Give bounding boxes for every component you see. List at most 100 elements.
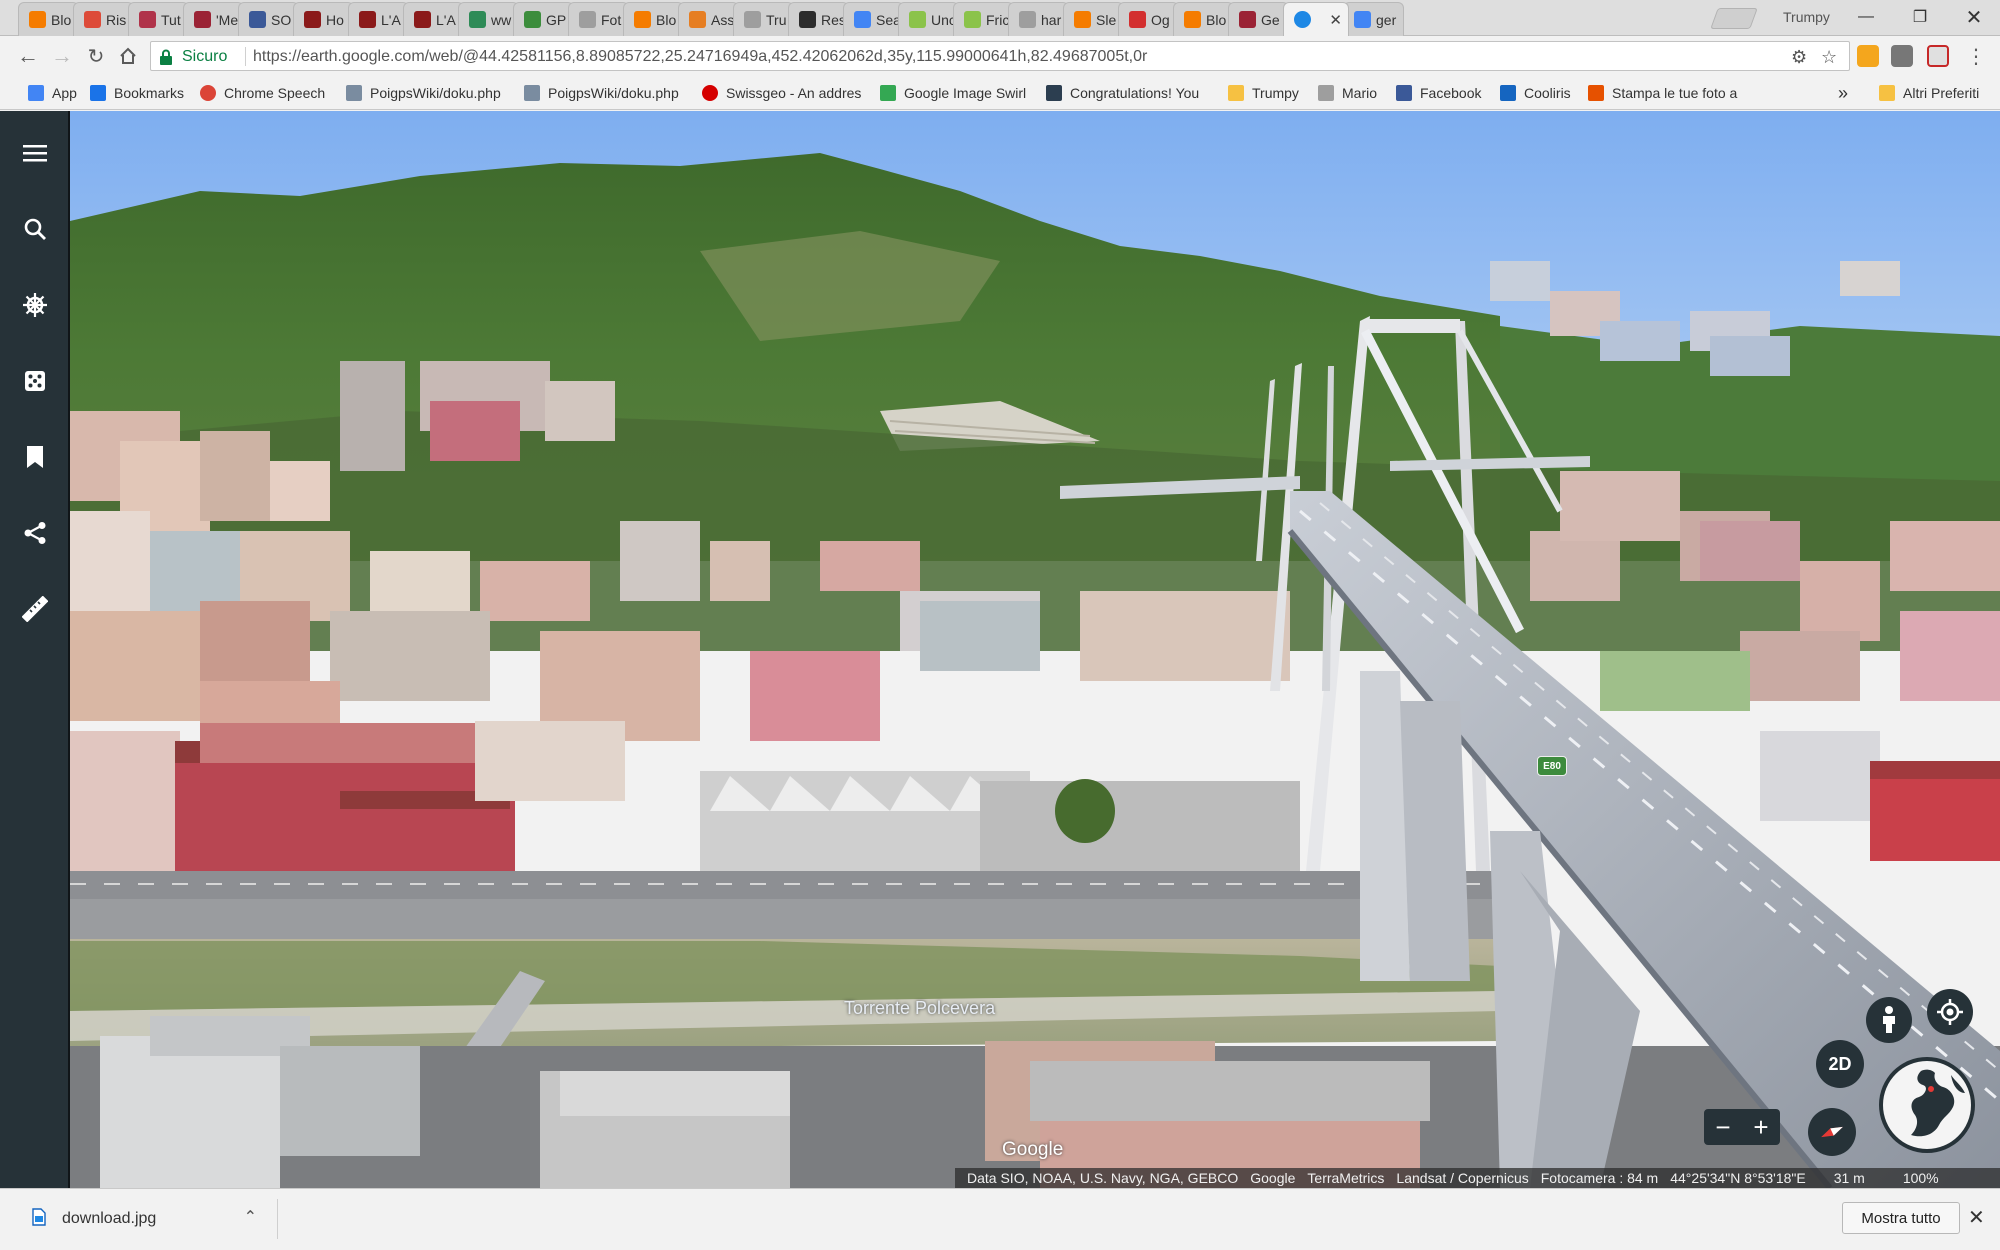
view-mode-2d-button[interactable]: 2D <box>1816 1040 1864 1088</box>
bookmark-item[interactable]: Google Image Swirl <box>880 83 1026 103</box>
bookmark-item[interactable]: Trumpy <box>1228 83 1299 103</box>
folder-icon <box>1879 85 1895 101</box>
voyager-helm-icon[interactable] <box>17 287 53 323</box>
browser-tab[interactable]: 'Me <box>183 2 244 36</box>
place-label[interactable]: Torrente Polcevera <box>844 998 995 1019</box>
puzzle-icon <box>139 11 156 28</box>
chevron-up-icon[interactable]: ⌃ <box>244 1207 257 1227</box>
bookmarks-overflow-button[interactable]: » <box>1838 83 1848 103</box>
feeling-lucky-dice-icon[interactable] <box>17 363 53 399</box>
download-item[interactable]: download.jpg ⌃ <box>10 1199 278 1239</box>
zoom-out-icon[interactable]: − <box>1704 1109 1742 1145</box>
browser-tab[interactable]: L'A <box>348 2 409 36</box>
page-icon <box>579 11 596 28</box>
browser-tab[interactable]: Fric <box>953 2 1014 36</box>
bookmark-item[interactable]: App <box>28 83 77 103</box>
image-file-icon <box>32 1207 46 1231</box>
tab-title: 'Me <box>216 11 238 28</box>
forward-icon[interactable]: → <box>48 42 76 70</box>
bookmark-label: Stampa le tue foto a <box>1612 85 1738 101</box>
wiki-icon <box>346 85 362 101</box>
browser-tab[interactable]: Blo <box>1173 2 1234 36</box>
search-icon[interactable] <box>17 211 53 247</box>
browser-tab[interactable]: Sle <box>1063 2 1124 36</box>
blogger-icon <box>634 11 651 28</box>
mail-icon[interactable] <box>1891 45 1913 67</box>
address-bar[interactable]: Sicuro https://earth.google.com/web/@44.… <box>150 41 1850 71</box>
browser-tab[interactable]: Fot <box>568 2 629 36</box>
browser-tab[interactable]: Sea <box>843 2 904 36</box>
bookmark-star-icon[interactable]: ☆ <box>1821 47 1837 68</box>
bookmark-item[interactable]: Mario <box>1318 83 1377 103</box>
close-tab-icon[interactable]: ✕ <box>1329 11 1342 29</box>
browser-tab[interactable]: ger <box>1343 2 1404 36</box>
minimize-icon[interactable]: — <box>1846 4 1886 30</box>
close-shelf-icon[interactable]: ✕ <box>1968 1205 1985 1230</box>
red-dot-icon <box>702 85 718 101</box>
back-icon[interactable]: ← <box>14 42 42 70</box>
close-window-icon[interactable]: ✕ <box>1954 4 1994 30</box>
browser-tab[interactable]: Blo <box>18 2 79 36</box>
earth-3d-scene[interactable] <box>0 111 2000 1188</box>
browser-tab[interactable]: ✕ <box>1283 2 1349 36</box>
reload-icon[interactable]: ↻ <box>82 42 110 70</box>
menu-hamburger-icon[interactable] <box>17 135 53 171</box>
zoom-in-icon[interactable]: + <box>1742 1109 1780 1145</box>
tab-title: Blo <box>656 11 677 28</box>
globe-overview-icon[interactable] <box>1879 1057 1975 1153</box>
browser-tab[interactable]: Ass <box>678 2 739 36</box>
my-location-icon[interactable] <box>1927 989 1973 1035</box>
tab-title: har <box>1041 11 1062 28</box>
browser-tab[interactable]: Ris <box>73 2 134 36</box>
browser-tab[interactable]: Ge <box>1228 2 1289 36</box>
bookmark-item[interactable]: Stampa le tue foto a <box>1588 83 1737 103</box>
bookmark-item[interactable]: Bookmarks <box>90 83 184 103</box>
browser-tab[interactable]: GP <box>513 2 574 36</box>
photo-icon <box>1588 85 1604 101</box>
browser-tab[interactable]: Res <box>788 2 849 36</box>
profile-name[interactable]: Trumpy <box>1783 9 1830 25</box>
attribution-provider-landsat: Landsat / Copernicus <box>1396 1170 1529 1186</box>
download-shelf: download.jpg ⌃ Mostra tutto ✕ <box>0 1188 2000 1250</box>
bookmark-item[interactable]: Congratulations! You <box>1046 83 1199 103</box>
browser-tab[interactable]: Blo <box>623 2 684 36</box>
bookmark-item[interactable]: Facebook <box>1396 83 1481 103</box>
compass-icon[interactable] <box>1808 1108 1856 1156</box>
extension-icon[interactable] <box>1857 45 1879 67</box>
url-text[interactable]: https://earth.google.com/web/@44.4258115… <box>253 48 1147 66</box>
browser-tab[interactable]: ww <box>458 2 519 36</box>
earth-sidebar <box>0 111 70 1188</box>
pocket-icon[interactable] <box>1927 45 1949 67</box>
bookmark-item[interactable]: PoigpsWiki/doku.php <box>524 83 679 103</box>
bookmark-icon[interactable] <box>17 439 53 475</box>
earth-viewport[interactable]: Torrente Polcevera E80 Google 2D − + Dat… <box>0 111 2000 1188</box>
restore-icon[interactable]: ❐ <box>1900 4 1940 30</box>
browser-tab[interactable]: SO <box>238 2 299 36</box>
show-all-downloads-button[interactable]: Mostra tutto <box>1842 1202 1960 1234</box>
bookmark-item[interactable]: PoigpsWiki/doku.php <box>346 83 501 103</box>
cooliris-icon <box>1500 85 1516 101</box>
home-icon[interactable] <box>114 42 142 70</box>
browser-tab[interactable]: Tru <box>733 2 794 36</box>
browser-tab[interactable]: L'A <box>403 2 464 36</box>
google-logo: Google <box>1002 1139 1064 1160</box>
bookmark-label: Trumpy <box>1252 85 1299 101</box>
browser-tab[interactable]: Tut <box>128 2 189 36</box>
browser-tab[interactable]: Unc <box>898 2 959 36</box>
other-bookmarks-folder[interactable]: Altri Preferiti <box>1879 83 1979 103</box>
measure-ruler-icon[interactable] <box>17 591 53 627</box>
browser-tab[interactable]: har <box>1008 2 1069 36</box>
bookmark-item[interactable]: Chrome Speech <box>200 83 325 103</box>
browser-tab[interactable]: Og <box>1118 2 1179 36</box>
bookmark-item[interactable]: Swissgeo - An addres <box>702 83 861 103</box>
url-separator <box>245 47 246 66</box>
translate-icon[interactable]: ⚙ <box>1791 47 1807 68</box>
browser-tab[interactable]: Ho <box>293 2 354 36</box>
bookmarks-bar: App Bookmarks Chrome Speech PoigpsWiki/doku… <box>0 76 2000 110</box>
menu-kebab-icon[interactable]: ⋮ <box>1962 42 1990 70</box>
new-tab-button[interactable] <box>1710 8 1758 29</box>
pegman-icon[interactable] <box>1866 997 1912 1043</box>
bookmark-item[interactable]: Cooliris <box>1500 83 1571 103</box>
share-icon[interactable] <box>17 515 53 551</box>
earth-icon <box>1294 11 1311 28</box>
